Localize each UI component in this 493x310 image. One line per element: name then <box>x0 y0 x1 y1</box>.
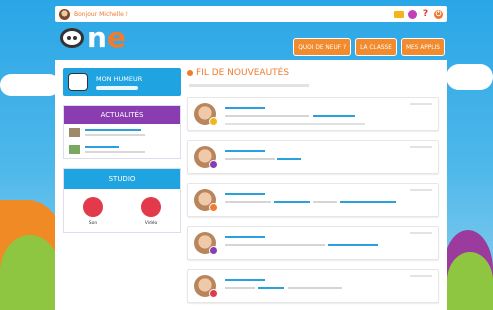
studio-video-button[interactable]: Vidéo <box>141 197 161 226</box>
feed-subtitle-bar <box>189 84 309 87</box>
news-item[interactable] <box>64 124 180 141</box>
logo-face-icon <box>60 28 84 48</box>
mail-icon[interactable] <box>394 10 404 18</box>
main-nav: QUOI DE NEUF ? LA CLASSE MES APPLIS <box>293 38 445 56</box>
app-badge-icon <box>209 203 218 212</box>
power-icon[interactable]: ⏻ <box>434 9 443 19</box>
cloud <box>0 74 60 96</box>
feed-item[interactable] <box>187 183 439 217</box>
feed-item[interactable] <box>187 269 439 303</box>
left-column: MON HUMEUR ACTUALITÉS STUDIO Son Vidéo <box>63 68 181 242</box>
cloud <box>446 64 493 90</box>
news-thumbnail <box>69 145 80 154</box>
mood-bar <box>96 85 138 90</box>
app-badge-icon <box>209 289 218 298</box>
mood-widget[interactable]: MON HUMEUR <box>63 68 181 96</box>
feed-dot-icon <box>187 70 193 76</box>
app-badge-icon <box>209 246 218 255</box>
studio-sound-label: Son <box>88 221 98 226</box>
user-icon[interactable] <box>408 9 417 19</box>
user-avatar[interactable] <box>59 8 70 20</box>
news-item[interactable] <box>64 141 180 158</box>
app-badge-icon <box>209 117 218 126</box>
feed-item[interactable] <box>187 226 439 260</box>
logo-letter-n: n <box>87 21 107 54</box>
hill <box>447 252 493 310</box>
studio-video-label: Vidéo <box>144 221 158 226</box>
nav-apps-button[interactable]: MES APPLIS <box>400 38 445 56</box>
hill <box>0 235 60 310</box>
app-badge-icon <box>209 160 218 169</box>
mood-face-icon <box>68 73 88 91</box>
app-logo[interactable]: n e <box>60 21 126 54</box>
top-bar: Bonjour Michelle ! ? ⏻ <box>55 6 447 22</box>
studio-title: STUDIO <box>64 169 180 189</box>
feed-column: FIL DE NOUVEAUTÉS <box>187 68 439 310</box>
feed-item[interactable] <box>187 97 439 131</box>
microphone-icon <box>83 197 103 217</box>
studio-sound-button[interactable]: Son <box>83 197 103 226</box>
studio-widget: STUDIO Son Vidéo <box>63 168 181 233</box>
nav-whats-new-button[interactable]: QUOI DE NEUF ? <box>293 38 352 56</box>
feed-title: FIL DE NOUVEAUTÉS <box>196 68 290 78</box>
main-panel: MON HUMEUR ACTUALITÉS STUDIO Son Vidéo F… <box>55 60 447 310</box>
mood-title: MON HUMEUR <box>96 74 143 83</box>
actualites-widget: ACTUALITÉS <box>63 105 181 159</box>
greeting-text: Bonjour Michelle ! <box>74 10 129 18</box>
feed-item[interactable] <box>187 140 439 174</box>
actualites-title: ACTUALITÉS <box>64 106 180 124</box>
help-icon[interactable]: ? <box>421 9 430 19</box>
nav-class-button[interactable]: LA CLASSE <box>355 38 397 56</box>
logo-letter-e: e <box>106 21 126 54</box>
news-thumbnail <box>69 128 80 137</box>
video-camera-icon <box>141 197 161 217</box>
